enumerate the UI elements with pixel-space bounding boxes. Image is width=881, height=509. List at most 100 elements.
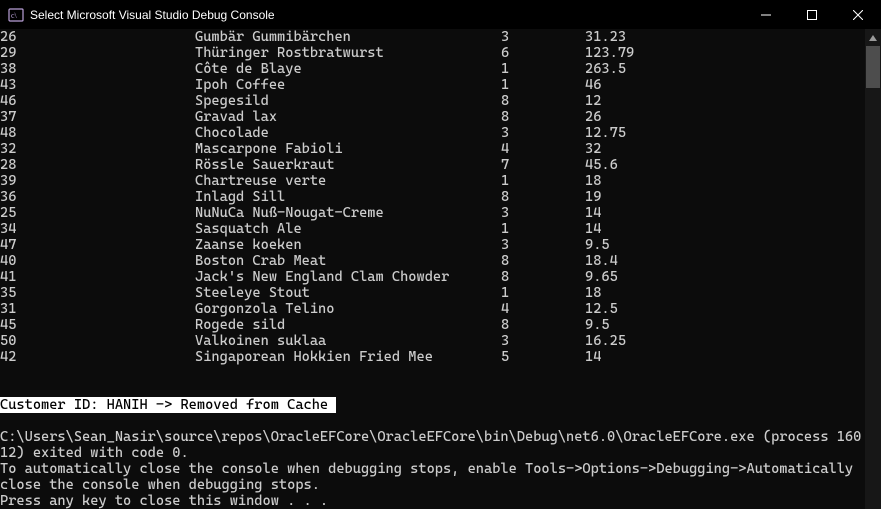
window-root: c\ Select Microsoft Visual Studio Debug … <box>0 0 881 509</box>
table-row: 48Chocolade312.75 <box>0 125 865 141</box>
cell-price: 14 <box>585 221 601 237</box>
cell-qty: 5 <box>501 349 585 365</box>
cell-qty: 1 <box>501 61 585 77</box>
cell-name: Sasquatch Ale <box>195 221 501 237</box>
cell-price: 123.79 <box>585 45 634 61</box>
exit-line: C:\Users\Sean_Nasir\source\repos\OracleE… <box>0 429 865 461</box>
cell-name: Gravad lax <box>195 109 501 125</box>
titlebar[interactable]: c\ Select Microsoft Visual Studio Debug … <box>0 0 881 29</box>
cell-name: Chartreuse verte <box>195 173 501 189</box>
cell-id: 45 <box>0 317 195 333</box>
cell-id: 47 <box>0 237 195 253</box>
table-row: 47Zaanse koeken39.5 <box>0 237 865 253</box>
table-row: 46Spegesild812 <box>0 93 865 109</box>
cell-price: 31.23 <box>585 29 626 45</box>
close-button[interactable] <box>835 0 881 29</box>
table-row: 38Côte de Blaye1263.5 <box>0 61 865 77</box>
cell-price: 45.6 <box>585 157 618 173</box>
console-output[interactable]: 26Gumbär Gummibärchen331.2329Thüringer R… <box>0 29 865 509</box>
press-key-line: Press any key to close this window . . . <box>0 493 865 509</box>
cell-name: Singaporean Hokkien Fried Mee <box>195 349 501 365</box>
cell-price: 26 <box>585 109 601 125</box>
blank-line <box>0 381 865 397</box>
highlight-line: Customer ID: HANIH -> Removed from Cache <box>0 397 865 413</box>
cell-qty: 1 <box>501 221 585 237</box>
maximize-button[interactable] <box>789 0 835 29</box>
cell-id: 37 <box>0 109 195 125</box>
cell-price: 12 <box>585 93 601 109</box>
cell-qty: 3 <box>501 237 585 253</box>
cell-id: 46 <box>0 93 195 109</box>
cell-id: 32 <box>0 141 195 157</box>
cell-id: 29 <box>0 45 195 61</box>
cell-price: 18 <box>585 173 601 189</box>
cell-qty: 8 <box>501 93 585 109</box>
table-row: 28Rössle Sauerkraut745.6 <box>0 157 865 173</box>
minimize-button[interactable] <box>743 0 789 29</box>
cell-name: Jack's New England Clam Chowder <box>195 269 501 285</box>
cell-id: 43 <box>0 77 195 93</box>
cell-qty: 1 <box>501 173 585 189</box>
cell-id: 31 <box>0 301 195 317</box>
cell-name: Zaanse koeken <box>195 237 501 253</box>
cell-id: 36 <box>0 189 195 205</box>
cell-price: 12.5 <box>585 301 618 317</box>
cell-id: 38 <box>0 61 195 77</box>
table-row: 41Jack's New England Clam Chowder89.65 <box>0 269 865 285</box>
cell-id: 48 <box>0 125 195 141</box>
table-row: 36Inlagd Sill819 <box>0 189 865 205</box>
cell-id: 39 <box>0 173 195 189</box>
cell-id: 26 <box>0 29 195 45</box>
cell-name: Steeleye Stout <box>195 285 501 301</box>
table-row: 39Chartreuse verte118 <box>0 173 865 189</box>
table-row: 42Singaporean Hokkien Fried Mee514 <box>0 349 865 365</box>
cell-id: 35 <box>0 285 195 301</box>
blank-line <box>0 413 865 429</box>
client-area: 26Gumbär Gummibärchen331.2329Thüringer R… <box>0 29 881 509</box>
table-row: 43Ipoh Coffee146 <box>0 77 865 93</box>
cell-name: Boston Crab Meat <box>195 253 501 269</box>
cell-qty: 4 <box>501 141 585 157</box>
cell-qty: 3 <box>501 333 585 349</box>
cell-qty: 6 <box>501 45 585 61</box>
hint-line: To automatically close the console when … <box>0 461 865 493</box>
cell-price: 12.75 <box>585 125 626 141</box>
table-row: 35Steeleye Stout118 <box>0 285 865 301</box>
cell-price: 263.5 <box>585 61 626 77</box>
cell-qty: 8 <box>501 317 585 333</box>
cell-qty: 3 <box>501 29 585 45</box>
blank-line <box>0 365 865 381</box>
cell-qty: 8 <box>501 269 585 285</box>
cell-price: 18.4 <box>585 253 618 269</box>
cell-id: 34 <box>0 221 195 237</box>
cell-id: 25 <box>0 205 195 221</box>
cell-name: Rössle Sauerkraut <box>195 157 501 173</box>
app-icon: c\ <box>8 7 24 23</box>
cell-name: Ipoh Coffee <box>195 77 501 93</box>
table-row: 32Mascarpone Fabioli432 <box>0 141 865 157</box>
cell-price: 16.25 <box>585 333 626 349</box>
cell-qty: 7 <box>501 157 585 173</box>
cell-price: 19 <box>585 189 601 205</box>
table-row: 37Gravad lax826 <box>0 109 865 125</box>
table-row: 40Boston Crab Meat818.4 <box>0 253 865 269</box>
table-row: 26Gumbär Gummibärchen331.23 <box>0 29 865 45</box>
table-row: 50Valkoinen suklaa316.25 <box>0 333 865 349</box>
window-title: Select Microsoft Visual Studio Debug Con… <box>30 8 275 22</box>
cell-qty: 4 <box>501 301 585 317</box>
cell-name: NuNuCa Nuß-Nougat-Creme <box>195 205 501 221</box>
cell-price: 9.5 <box>585 317 610 333</box>
scroll-up-button[interactable] <box>865 29 881 46</box>
cell-qty: 8 <box>501 189 585 205</box>
cell-price: 9.5 <box>585 237 610 253</box>
cell-price: 46 <box>585 77 601 93</box>
cell-id: 28 <box>0 157 195 173</box>
cell-price: 14 <box>585 205 601 221</box>
selected-text: Customer ID: HANIH -> Removed from Cache <box>0 397 336 413</box>
cell-id: 41 <box>0 269 195 285</box>
vertical-scrollbar[interactable] <box>865 29 881 509</box>
cell-qty: 1 <box>501 285 585 301</box>
scroll-thumb[interactable] <box>866 46 880 88</box>
table-row: 29Thüringer Rostbratwurst6123.79 <box>0 45 865 61</box>
cell-qty: 1 <box>501 77 585 93</box>
